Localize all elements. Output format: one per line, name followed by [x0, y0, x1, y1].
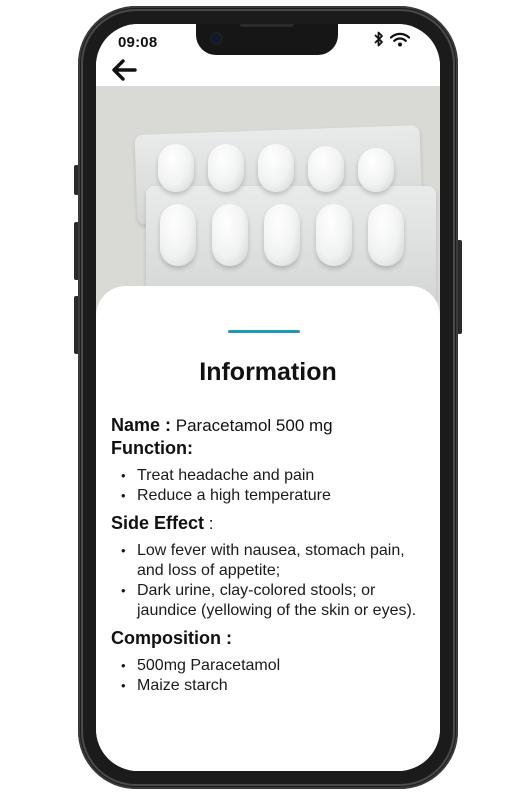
wifi-icon	[389, 32, 411, 52]
pill	[264, 204, 300, 266]
list-item: Low fever with nausea, stomach pain, and…	[121, 541, 430, 581]
name-row: Name : Paracetamol 500 mg	[111, 414, 430, 437]
pill	[358, 148, 394, 192]
list-item: 500mg Paracetamol	[121, 656, 430, 676]
side-effect-colon: :	[204, 514, 214, 533]
name-label: Name :	[111, 415, 172, 435]
pill	[308, 146, 344, 192]
list-item: Maize starch	[121, 676, 430, 696]
front-camera	[212, 34, 221, 43]
side-effect-label: Side Effect	[111, 513, 205, 533]
function-heading: Function:	[111, 437, 430, 460]
side-effect-heading: Side Effect :	[111, 512, 430, 535]
pill	[368, 204, 404, 266]
pill	[258, 144, 294, 192]
side-effect-list: Low fever with nausea, stomach pain, and…	[111, 541, 430, 621]
pill	[316, 204, 352, 266]
bluetooth-icon	[373, 31, 384, 52]
back-arrow-icon[interactable]	[110, 58, 138, 82]
list-item: Treat headache and pain	[121, 466, 430, 486]
notch	[196, 24, 338, 55]
list-item: Reduce a high temperature	[121, 486, 430, 506]
pill	[212, 204, 248, 266]
sheet-drag-handle[interactable]	[228, 330, 300, 333]
info-content: Name : Paracetamol 500 mg Function: Trea…	[111, 414, 430, 702]
composition-label: Composition :	[111, 628, 232, 648]
status-icons	[373, 31, 411, 52]
function-list: Treat headache and pain Reduce a high te…	[111, 466, 430, 506]
pill	[160, 204, 196, 266]
speaker	[240, 24, 294, 27]
list-item: Dark urine, clay-colored stools; or jaun…	[121, 581, 430, 621]
name-value: Paracetamol 500 mg	[175, 416, 333, 435]
composition-list: 500mg Paracetamol Maize starch	[111, 656, 430, 696]
pill	[158, 144, 194, 192]
status-time: 09:08	[118, 34, 158, 51]
function-label: Function:	[111, 438, 193, 458]
info-title: Information	[199, 358, 337, 386]
info-sheet[interactable]: Information Name : Paracetamol 500 mg Fu…	[96, 286, 440, 771]
pill	[208, 144, 244, 192]
composition-heading: Composition :	[111, 627, 430, 650]
app-screen: 09:08 Information Name: Paracetamol 500…	[96, 24, 440, 771]
